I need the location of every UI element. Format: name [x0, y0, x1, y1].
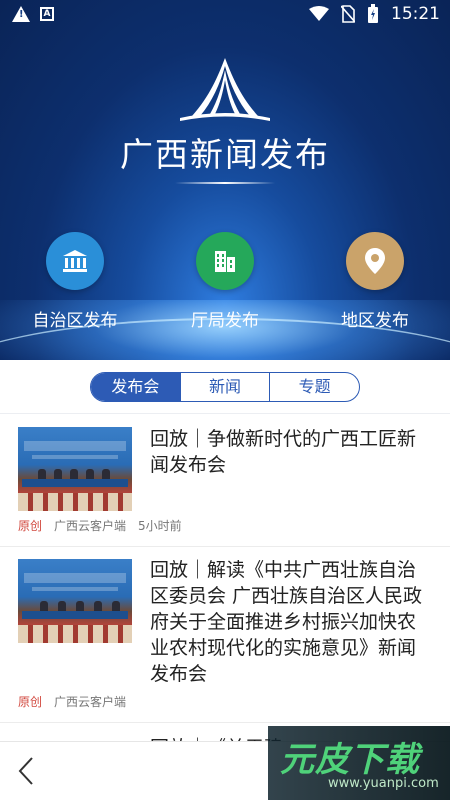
- app-logo-icon: [180, 58, 270, 121]
- category-department-release[interactable]: 厅局发布: [165, 232, 285, 331]
- news-meta: 原创 广西云客户端 5小时前: [18, 517, 182, 534]
- clock: 15:21: [391, 4, 440, 24]
- news-thumbnail: [18, 559, 132, 643]
- no-sim-icon: [341, 5, 355, 23]
- location-pin-icon: [346, 232, 404, 290]
- category-label: 地区发布: [341, 311, 409, 331]
- warning-icon: [12, 6, 30, 22]
- back-arrow-icon[interactable]: [14, 756, 38, 786]
- tab-topics[interactable]: 专题: [269, 373, 359, 401]
- a-notification-icon: A: [40, 7, 54, 21]
- news-source: 广西云客户端: [54, 695, 127, 709]
- original-tag: 原创: [18, 519, 43, 533]
- watermark-text: 元皮下载: [280, 740, 420, 780]
- tab-bar: 发布会 新闻 专题: [0, 360, 450, 414]
- category-region-release[interactable]: 自治区发布: [15, 232, 135, 331]
- news-title: 回放｜解读《中共广西壮族自治区委员会 广西壮族自治区人民政府关于全面推进乡村振兴…: [150, 559, 423, 685]
- news-item[interactable]: 回放｜解读《中共广西壮族自治区委员会 广西壮族自治区人民政府关于全面推进乡村振兴…: [0, 547, 450, 723]
- tab-news[interactable]: 新闻: [179, 373, 270, 401]
- watermark: 元皮下载 www.yuanpi.com: [268, 726, 450, 800]
- news-title: 回放｜争做新时代的广西工匠新闻发布会: [150, 428, 417, 476]
- title-underline: [175, 182, 275, 184]
- category-label: 自治区发布: [32, 311, 118, 331]
- news-time: 5小时前: [138, 519, 182, 533]
- original-tag: 原创: [18, 695, 43, 709]
- category-area-release[interactable]: 地区发布: [315, 232, 435, 331]
- watermark-url: www.yuanpi.com: [328, 776, 439, 791]
- office-building-icon: [196, 232, 254, 290]
- category-label: 厅局发布: [191, 311, 259, 331]
- battery-icon: [368, 4, 378, 23]
- segmented-control: 发布会 新闻 专题: [90, 372, 360, 402]
- news-source: 广西云客户端: [54, 519, 127, 533]
- wifi-icon: [309, 6, 329, 21]
- news-thumbnail: [18, 427, 132, 511]
- building-icon: [46, 232, 104, 290]
- news-meta: 原创 广西云客户端: [18, 693, 126, 710]
- app-title: 广西新闻发布: [120, 135, 330, 174]
- hero-header: A 15:21 广西新闻发布 自治区发布 厅局发布 地区发布: [0, 0, 450, 360]
- status-bar: A 15:21: [0, 0, 450, 32]
- news-item[interactable]: 回放｜争做新时代的广西工匠新闻发布会 原创 广西云客户端 5小时前: [0, 415, 450, 547]
- tab-press-conference[interactable]: 发布会: [91, 373, 180, 401]
